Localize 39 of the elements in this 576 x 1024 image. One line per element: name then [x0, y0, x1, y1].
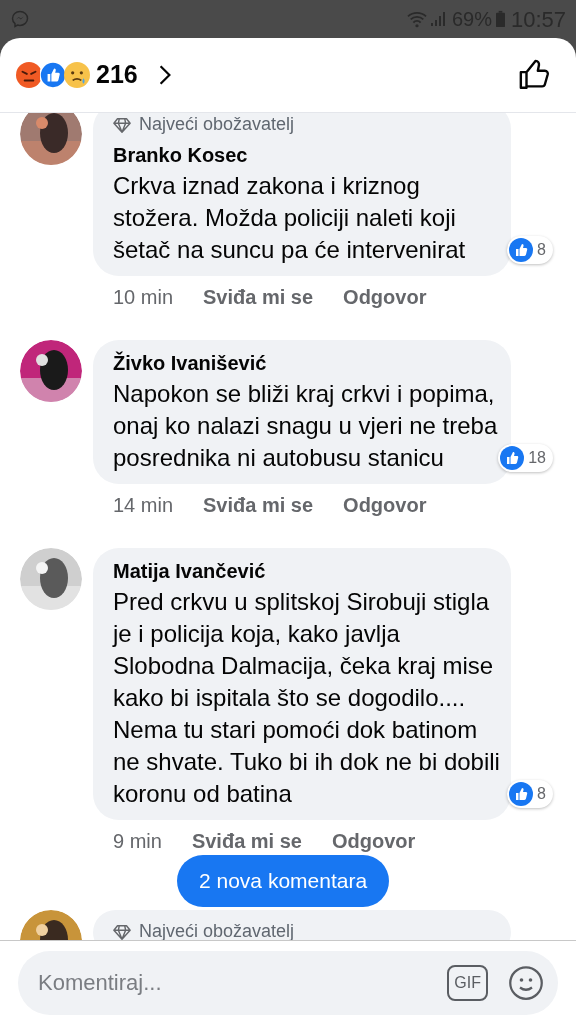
signal-icon	[429, 11, 446, 27]
comment-time: 9 min	[113, 829, 162, 854]
wifi-icon	[405, 10, 428, 28]
commenter-name[interactable]: Matija Ivančević	[113, 556, 491, 586]
like-link[interactable]: Sviđa mi se	[191, 826, 302, 854]
badge-label: Najveći obožavatelj	[139, 920, 295, 940]
angry-emoji-icon	[16, 62, 42, 88]
battery-icon	[495, 10, 505, 28]
diamond-icon	[113, 922, 131, 940]
reaction-count-badge[interactable]: 8	[507, 780, 553, 808]
sad-emoji-icon	[64, 62, 90, 88]
comment-time: 14 min	[113, 493, 174, 518]
reply-link[interactable]: Odgovor	[343, 490, 427, 518]
like-icon	[509, 238, 534, 262]
badge-label: Najveći obožavatelj	[139, 113, 295, 136]
like-link[interactable]: Sviđa mi se	[203, 282, 314, 310]
commenter-name[interactable]: Branko Kosec	[113, 140, 491, 170]
commenter-name[interactable]: Živko Ivanišević	[113, 348, 491, 378]
comment-text: Crkva iznad zakona i kriznog stožera. Možda policiji naleti koji šetač na suncu pa će intervenirat	[113, 171, 467, 265]
like-link[interactable]: Sviđa mi se	[203, 490, 314, 518]
new-comments-toast[interactable]: 2 nova komentara	[177, 855, 390, 907]
diamond-icon	[113, 115, 131, 134]
like-icon	[40, 62, 66, 88]
comment-text: Pred crkvu u splitskoj Sirobuji stigla je i policija koja, kako javlja Slobodna Dalmacija, čeka kraj mise kako bi ispitala što se dogodilo.... Nema tu stari pomoći dok batinom ne shvate. Tuko bi ih dok ne bi dobili koronu od batina	[113, 587, 501, 809]
comment-field[interactable]: Komentiraj... GIF	[18, 950, 558, 1015]
reaction-count-badge[interactable]: 18	[498, 444, 553, 472]
chevron-right-icon[interactable]	[157, 64, 172, 86]
like-icon	[500, 446, 525, 470]
reply-link[interactable]: Odgovor	[331, 826, 416, 854]
thumbs-up-icon[interactable]	[518, 58, 552, 92]
emoji-icon[interactable]	[508, 964, 544, 1001]
like-icon	[509, 782, 534, 806]
reply-link[interactable]: Odgovor	[343, 282, 427, 310]
messenger-icon	[10, 9, 30, 29]
reaction-total[interactable]: 216	[96, 56, 138, 94]
gif-button[interactable]: GIF	[447, 964, 488, 1001]
comment-time: 10 min	[113, 285, 174, 310]
comment-text: Napokon se bliži kraj crkvi i popima, onaj ko nalazi snagu u vjeri ne treba posrednika ni autobusu stanicu	[113, 379, 499, 473]
reaction-count-badge[interactable]: 8	[507, 236, 553, 264]
